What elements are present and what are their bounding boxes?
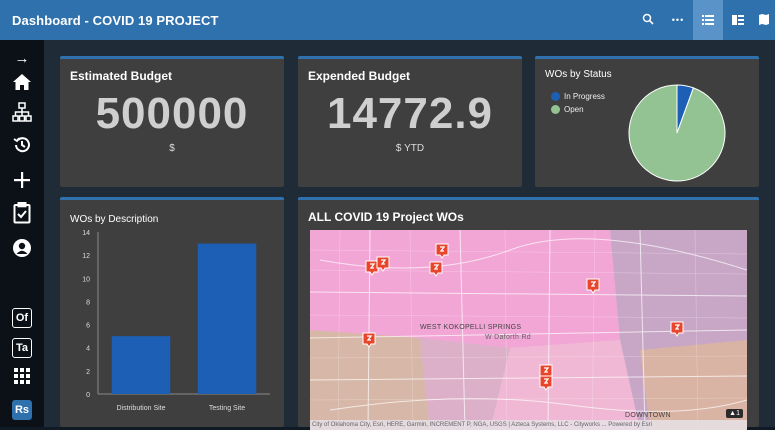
expended-budget-value: 14772.9 (326, 89, 494, 138)
map-pin-icon[interactable] (539, 375, 553, 396)
x-tick-label: Testing Site (209, 405, 245, 412)
estimated-budget-value: 500000 (95, 89, 249, 138)
map-title: ALL COVID 19 Project WOs (308, 210, 464, 224)
top-bar: Dashboard - COVID 19 PROJECT ••• (0, 0, 775, 40)
estimated-budget-card: Estimated Budget 500000 $ (60, 56, 284, 187)
legend-swatch-in-progress (551, 92, 560, 101)
map-attribution: City of Oklahoma City, Esri, HERE, Garmi… (310, 420, 747, 430)
legend-in-progress: In Progress (551, 92, 605, 101)
add-icon (13, 171, 31, 194)
map-pin-icon[interactable] (362, 332, 376, 353)
y-tick-label: 12 (82, 253, 90, 260)
badge-rs: Rs (12, 400, 32, 420)
bar-testing-site[interactable] (197, 243, 257, 394)
expended-budget-card: Expended Budget 14772.9 $ YTD (298, 56, 522, 187)
status-pie-chart (628, 84, 726, 182)
y-tick-label: 4 (86, 346, 90, 353)
bar-distribution-site[interactable] (111, 336, 171, 394)
search-icon (642, 12, 654, 28)
y-tick-label: 6 (86, 323, 90, 330)
map-label-daforth: W Daforth Rd (485, 334, 531, 341)
sidebar: → Of Ta Rs (0, 40, 44, 427)
more-button[interactable]: ••• (663, 0, 693, 40)
history-icon (12, 135, 32, 160)
map-pin-icon[interactable] (670, 321, 684, 342)
search-button[interactable] (633, 0, 663, 40)
badge-of: Of (12, 308, 32, 328)
sidebar-item-ta[interactable]: Ta (10, 336, 34, 360)
map-pin-icon[interactable] (586, 278, 600, 299)
sidebar-item-add[interactable] (10, 170, 34, 194)
map-pin-icon[interactable] (429, 261, 443, 282)
wos-by-description-card: WOs by Description 0 2 4 6 8 10 12 14 Distributi… (60, 197, 284, 427)
user-icon (12, 238, 32, 263)
y-tick-label: 14 (82, 230, 90, 237)
dashboard-main: Estimated Budget 500000 $ Expended Budge… (44, 40, 775, 430)
wos-by-status-card: WOs by Status In Progress Open (535, 56, 759, 187)
legend-label-in-progress: In Progress (564, 92, 605, 101)
badge-ta: Ta (12, 338, 32, 358)
map-pin-icon[interactable] (376, 256, 390, 277)
estimated-budget-unit: $ (169, 143, 175, 154)
map-label-kokopelli: WEST KOKOPELLI SPRINGS (420, 324, 522, 331)
legend-swatch-open (551, 105, 560, 114)
x-tick-label: Distribution Site (116, 405, 165, 412)
work-orders-map[interactable]: WEST KOKOPELLI SPRINGS W Daforth Rd DOWN… (310, 230, 747, 430)
sidebar-item-grid[interactable] (10, 366, 34, 390)
expand-sidebar-button[interactable]: → (10, 46, 34, 70)
hierarchy-icon (12, 101, 32, 127)
sidebar-item-rs[interactable]: Rs (10, 398, 34, 422)
map-label-downtown: DOWNTOWN (625, 412, 671, 419)
map-card: ALL COVID 19 Project WOs WEST KOKOPELLI … (298, 197, 759, 430)
page-title: Dashboard - COVID 19 PROJECT (12, 12, 219, 28)
split-view-button[interactable] (723, 0, 753, 40)
pie-slice-open[interactable] (628, 84, 726, 182)
clipboard-check-icon (13, 201, 31, 229)
sidebar-item-of[interactable]: Of (10, 306, 34, 330)
y-tick-label: 8 (86, 299, 90, 306)
split-view-icon (732, 12, 744, 28)
y-tick-label: 2 (86, 369, 90, 376)
y-tick-label: 0 (86, 392, 90, 399)
list-view-button[interactable] (693, 0, 723, 40)
more-icon: ••• (671, 15, 685, 25)
sidebar-item-hierarchy[interactable] (10, 101, 34, 127)
estimated-budget-title: Estimated Budget (70, 69, 173, 83)
y-tick-label: 10 (82, 276, 90, 283)
legend-open: Open (551, 105, 584, 114)
list-view-icon (702, 12, 714, 28)
legend-label-open: Open (564, 105, 584, 114)
expended-budget-title: Expended Budget (308, 69, 411, 83)
sidebar-item-user[interactable] (10, 238, 34, 262)
expand-arrow-icon: → (14, 49, 30, 67)
home-icon (12, 73, 32, 96)
sidebar-item-history[interactable] (10, 135, 34, 159)
expended-budget-unit: $ YTD (395, 143, 425, 154)
map-view-button[interactable] (753, 0, 775, 40)
description-bar-chart: 0 2 4 6 8 10 12 14 Distribution Site Testing Site (82, 230, 270, 412)
sidebar-item-clipboard[interactable] (10, 201, 34, 229)
sidebar-item-home[interactable] (10, 72, 34, 96)
grid-icon (13, 367, 31, 390)
cluster-badge[interactable]: ▲1 (726, 409, 743, 418)
wos-by-status-title: WOs by Status (545, 69, 612, 80)
map-view-icon (759, 12, 769, 28)
